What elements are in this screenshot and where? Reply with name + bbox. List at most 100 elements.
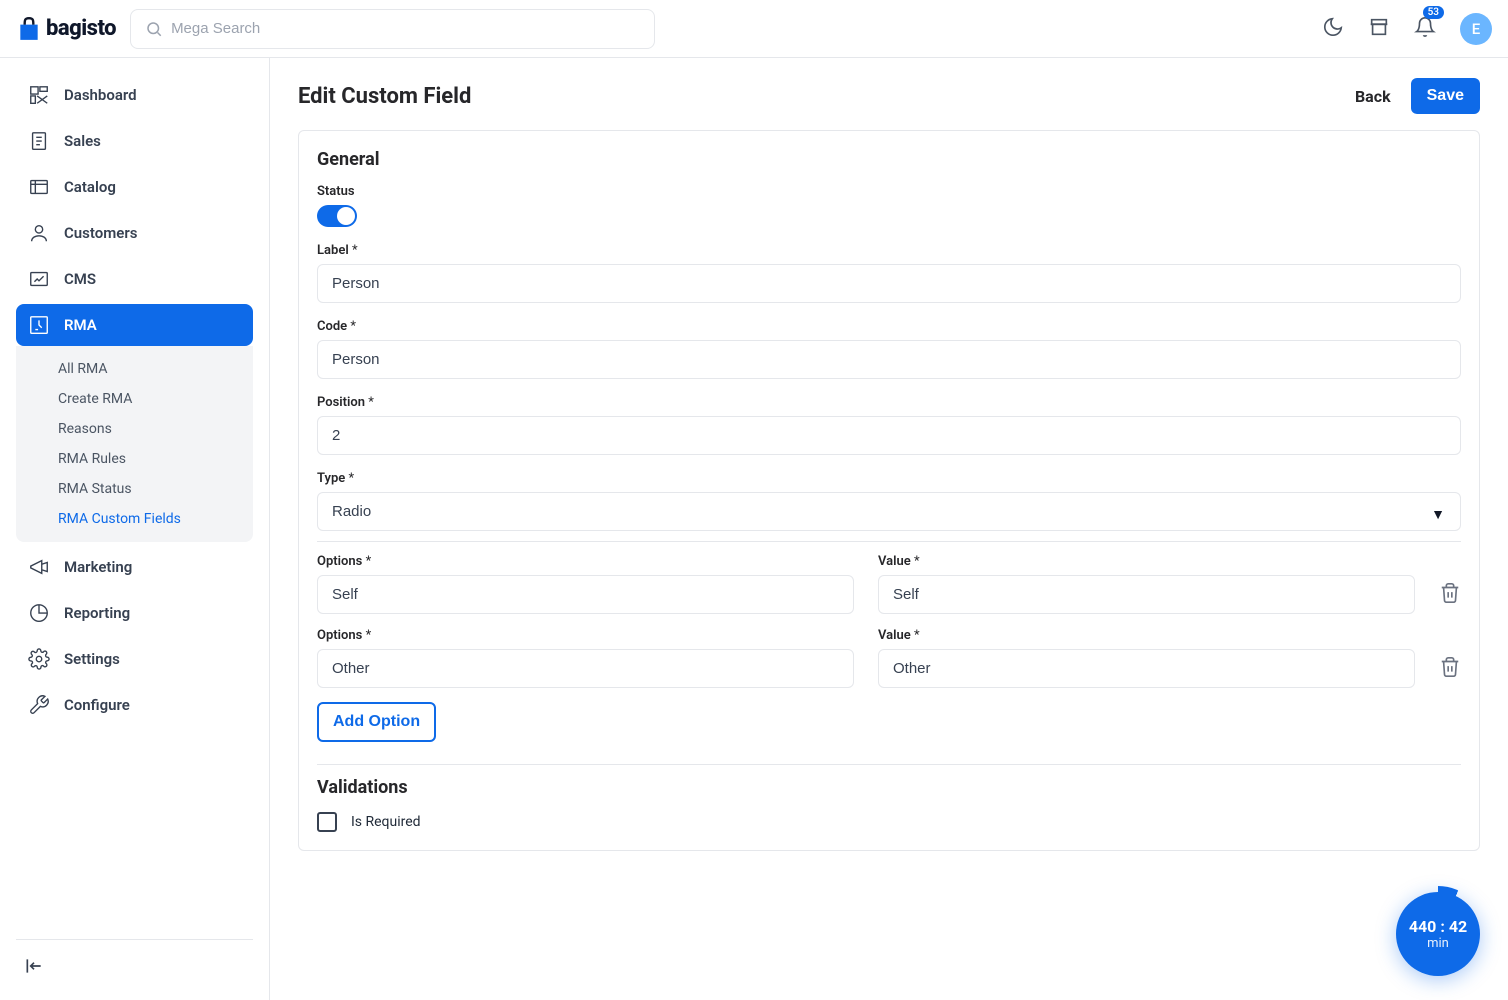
- is-required-row: Is Required: [317, 812, 1461, 832]
- delete-option-button[interactable]: [1439, 656, 1461, 682]
- nav-label: Marketing: [64, 558, 132, 576]
- sales-icon: [28, 130, 50, 152]
- nav-dashboard[interactable]: Dashboard: [16, 74, 253, 116]
- configure-icon: [28, 694, 50, 716]
- nav-label: Reporting: [64, 604, 130, 622]
- nav-label: Settings: [64, 650, 120, 668]
- option-row: Options * Value *: [317, 628, 1461, 700]
- notification-count-badge: 53: [1423, 6, 1444, 19]
- dark-mode-toggle[interactable]: [1322, 16, 1344, 42]
- settings-icon: [28, 648, 50, 670]
- option-name-input[interactable]: [317, 575, 854, 614]
- save-button[interactable]: Save: [1411, 78, 1480, 114]
- search-input[interactable]: [171, 20, 640, 37]
- sidebar-footer: [16, 939, 253, 984]
- sidebar: Dashboard Sales Catalog Customers CMS RM…: [0, 58, 270, 1000]
- option-value-input[interactable]: [878, 649, 1415, 688]
- code-input[interactable]: [317, 340, 1461, 379]
- status-toggle[interactable]: [317, 205, 357, 227]
- moon-icon: [1322, 16, 1344, 38]
- trash-icon: [1439, 582, 1461, 604]
- brand-logo[interactable]: bagisto: [16, 16, 116, 42]
- brand-name: bagisto: [46, 16, 116, 41]
- subnav-rma-rules[interactable]: RMA Rules: [16, 444, 253, 474]
- sidebar-collapse-button[interactable]: [16, 952, 253, 984]
- options-label: Options *: [317, 628, 854, 643]
- subnav-create-rma[interactable]: Create RMA: [16, 384, 253, 414]
- position-field-label: Position *: [317, 395, 1461, 410]
- code-field-label: Code *: [317, 319, 1461, 334]
- bag-icon: [16, 16, 42, 42]
- nav-sales[interactable]: Sales: [16, 120, 253, 162]
- options-label: Options *: [317, 554, 854, 569]
- timer-widget[interactable]: 440 : 42 min: [1396, 892, 1480, 976]
- nav-label: Catalog: [64, 178, 116, 196]
- section-general-title: General: [317, 149, 1461, 170]
- storefront-icon: [1368, 16, 1390, 38]
- rma-icon: [28, 314, 50, 336]
- nav-label: Dashboard: [64, 86, 137, 104]
- collapse-icon: [24, 956, 44, 976]
- user-avatar[interactable]: E: [1460, 13, 1492, 45]
- app-header: bagisto 53 E: [0, 0, 1508, 58]
- marketing-icon: [28, 556, 50, 578]
- option-value-input[interactable]: [878, 575, 1415, 614]
- search-icon: [145, 20, 163, 38]
- page-header: Edit Custom Field Back Save: [298, 78, 1480, 114]
- section-validations-title: Validations: [317, 777, 1461, 798]
- mega-search[interactable]: [130, 9, 655, 49]
- nav-configure[interactable]: Configure: [16, 684, 253, 726]
- cms-icon: [28, 268, 50, 290]
- nav-catalog[interactable]: Catalog: [16, 166, 253, 208]
- subnav-reasons[interactable]: Reasons: [16, 414, 253, 444]
- label-input[interactable]: [317, 264, 1461, 303]
- customers-icon: [28, 222, 50, 244]
- nav-label: RMA: [64, 316, 97, 334]
- main-content: Edit Custom Field Back Save General Stat…: [270, 58, 1508, 1000]
- nav-customers[interactable]: Customers: [16, 212, 253, 254]
- nav-settings[interactable]: Settings: [16, 638, 253, 680]
- position-input[interactable]: [317, 416, 1461, 455]
- value-label: Value *: [878, 554, 1415, 569]
- page-title: Edit Custom Field: [298, 84, 471, 109]
- nav-rma[interactable]: RMA: [16, 304, 253, 346]
- catalog-icon: [28, 176, 50, 198]
- label-field-label: Label *: [317, 243, 1461, 258]
- subnav-rma-custom-fields[interactable]: RMA Custom Fields: [16, 504, 253, 534]
- validations-divider: [317, 764, 1461, 765]
- notifications-button[interactable]: 53: [1414, 16, 1436, 42]
- options-divider: [317, 541, 1461, 542]
- is-required-label: Is Required: [351, 814, 421, 830]
- add-option-button[interactable]: Add Option: [317, 702, 436, 742]
- avatar-initial: E: [1472, 20, 1480, 38]
- is-required-checkbox[interactable]: [317, 812, 337, 832]
- nav-label: CMS: [64, 270, 96, 288]
- rma-submenu: All RMA Create RMA Reasons RMA Rules RMA…: [16, 346, 253, 542]
- timer-time: 440 : 42: [1409, 917, 1467, 936]
- subnav-rma-status[interactable]: RMA Status: [16, 474, 253, 504]
- nav-reporting[interactable]: Reporting: [16, 592, 253, 634]
- type-field-label: Type *: [317, 471, 1461, 486]
- reporting-icon: [28, 602, 50, 624]
- dashboard-icon: [28, 84, 50, 106]
- page-actions: Back Save: [1355, 78, 1480, 114]
- type-select[interactable]: [317, 492, 1461, 531]
- trash-icon: [1439, 656, 1461, 678]
- store-link[interactable]: [1368, 16, 1390, 42]
- delete-option-button[interactable]: [1439, 582, 1461, 608]
- back-link[interactable]: Back: [1355, 87, 1391, 106]
- subnav-all-rma[interactable]: All RMA: [16, 354, 253, 384]
- nav-label: Sales: [64, 132, 101, 150]
- header-actions: 53 E: [1322, 13, 1492, 45]
- value-label: Value *: [878, 628, 1415, 643]
- option-row: Options * Value *: [317, 554, 1461, 626]
- status-label: Status: [317, 184, 1461, 199]
- nav-marketing[interactable]: Marketing: [16, 546, 253, 588]
- option-name-input[interactable]: [317, 649, 854, 688]
- form-card: General Status Label * Code * Position *: [298, 130, 1480, 851]
- nav-label: Configure: [64, 696, 130, 714]
- toggle-thumb: [337, 207, 355, 225]
- bell-icon: [1414, 16, 1436, 38]
- nav-cms[interactable]: CMS: [16, 258, 253, 300]
- nav-label: Customers: [64, 224, 137, 242]
